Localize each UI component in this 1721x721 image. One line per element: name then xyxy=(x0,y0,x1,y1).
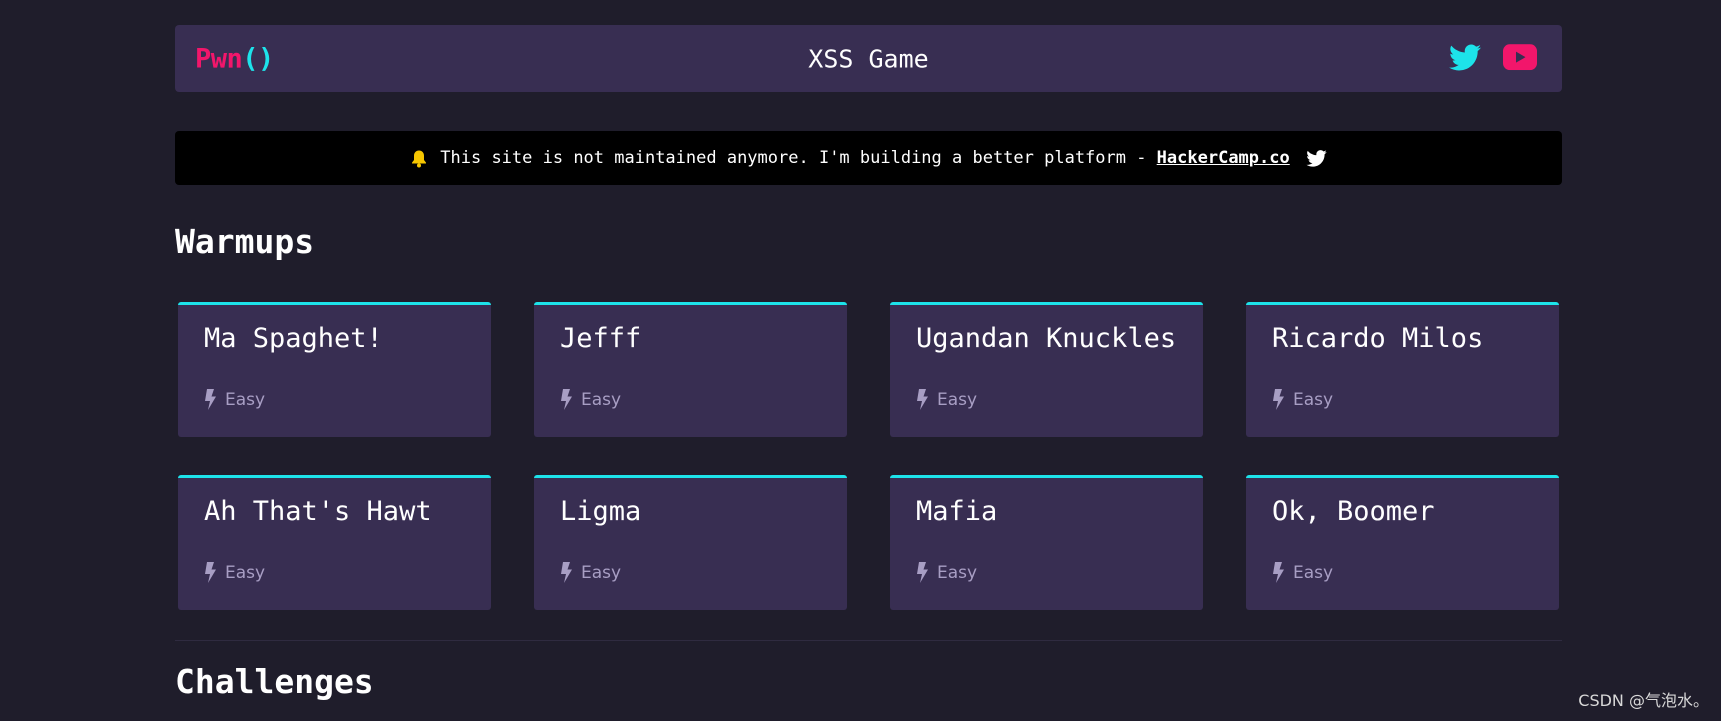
challenge-card[interactable]: Ugandan Knuckles Easy xyxy=(890,302,1203,437)
challenge-card[interactable]: Ligma Easy xyxy=(534,475,847,610)
challenge-card[interactable]: Mafia Easy xyxy=(890,475,1203,610)
challenge-card[interactable]: Jefff Easy xyxy=(534,302,847,437)
difficulty: Easy xyxy=(1272,562,1333,583)
section-title-challenges: Challenges xyxy=(175,662,374,701)
difficulty-label: Easy xyxy=(1293,389,1334,410)
challenge-title: Ah That's Hawt xyxy=(204,496,432,527)
difficulty-label: Easy xyxy=(937,389,978,410)
challenge-title: Ma Spaghet! xyxy=(204,323,383,354)
difficulty-label: Easy xyxy=(225,389,266,410)
challenge-title: Ligma xyxy=(560,496,642,527)
twitter-icon xyxy=(1449,43,1481,70)
page-container: Pwn() XSS Game This site is not maintain… xyxy=(175,25,1562,698)
difficulty: Easy xyxy=(204,389,265,410)
notice-banner: This site is not maintained anymore. I'm… xyxy=(175,131,1562,185)
navbar: Pwn() XSS Game xyxy=(175,25,1562,92)
difficulty-label: Easy xyxy=(581,562,622,583)
challenge-grid: Ma Spaghet! Easy Jefff Easy Ugandan Knuc… xyxy=(178,302,1562,610)
bolt-icon xyxy=(205,562,216,583)
social-links xyxy=(1449,43,1537,71)
challenge-card[interactable]: Ma Spaghet! Easy xyxy=(178,302,491,437)
difficulty: Easy xyxy=(560,389,621,410)
twitter-icon xyxy=(1306,149,1327,167)
challenge-title: Ok, Boomer xyxy=(1272,496,1435,527)
page-title: XSS Game xyxy=(808,44,929,73)
bolt-icon xyxy=(917,562,928,583)
challenge-title: Ricardo Milos xyxy=(1272,323,1484,354)
section-title-warmups: Warmups xyxy=(175,222,315,261)
challenge-title: Ugandan Knuckles xyxy=(916,323,1177,354)
banner-twitter-link[interactable] xyxy=(1306,149,1327,167)
section-divider xyxy=(175,640,1562,641)
hackercamp-link[interactable]: HackerCamp.co xyxy=(1157,148,1290,168)
bolt-icon xyxy=(205,389,216,410)
difficulty-label: Easy xyxy=(937,562,978,583)
bolt-icon xyxy=(561,389,572,410)
bolt-icon xyxy=(917,389,928,410)
challenge-title: Mafia xyxy=(916,496,998,527)
bolt-icon xyxy=(1273,389,1284,410)
bolt-icon xyxy=(561,562,572,583)
difficulty: Easy xyxy=(204,562,265,583)
youtube-link[interactable] xyxy=(1503,44,1537,71)
challenge-title: Jefff xyxy=(560,323,642,354)
difficulty: Easy xyxy=(916,389,977,410)
difficulty: Easy xyxy=(1272,389,1333,410)
bolt-icon xyxy=(1273,562,1284,583)
challenge-card[interactable]: Ricardo Milos Easy xyxy=(1246,302,1559,437)
difficulty-label: Easy xyxy=(225,562,266,583)
challenge-card[interactable]: Ok, Boomer Easy xyxy=(1246,475,1559,610)
difficulty-label: Easy xyxy=(1293,562,1334,583)
challenge-card[interactable]: Ah That's Hawt Easy xyxy=(178,475,491,610)
difficulty-label: Easy xyxy=(581,389,622,410)
banner-text: This site is not maintained anymore. I'm… xyxy=(440,148,1147,168)
twitter-link[interactable] xyxy=(1449,43,1481,71)
difficulty: Easy xyxy=(916,562,977,583)
watermark: CSDN @气泡水。 xyxy=(1578,691,1709,710)
youtube-icon xyxy=(1503,44,1537,71)
bell-icon xyxy=(410,149,428,168)
difficulty: Easy xyxy=(560,562,621,583)
